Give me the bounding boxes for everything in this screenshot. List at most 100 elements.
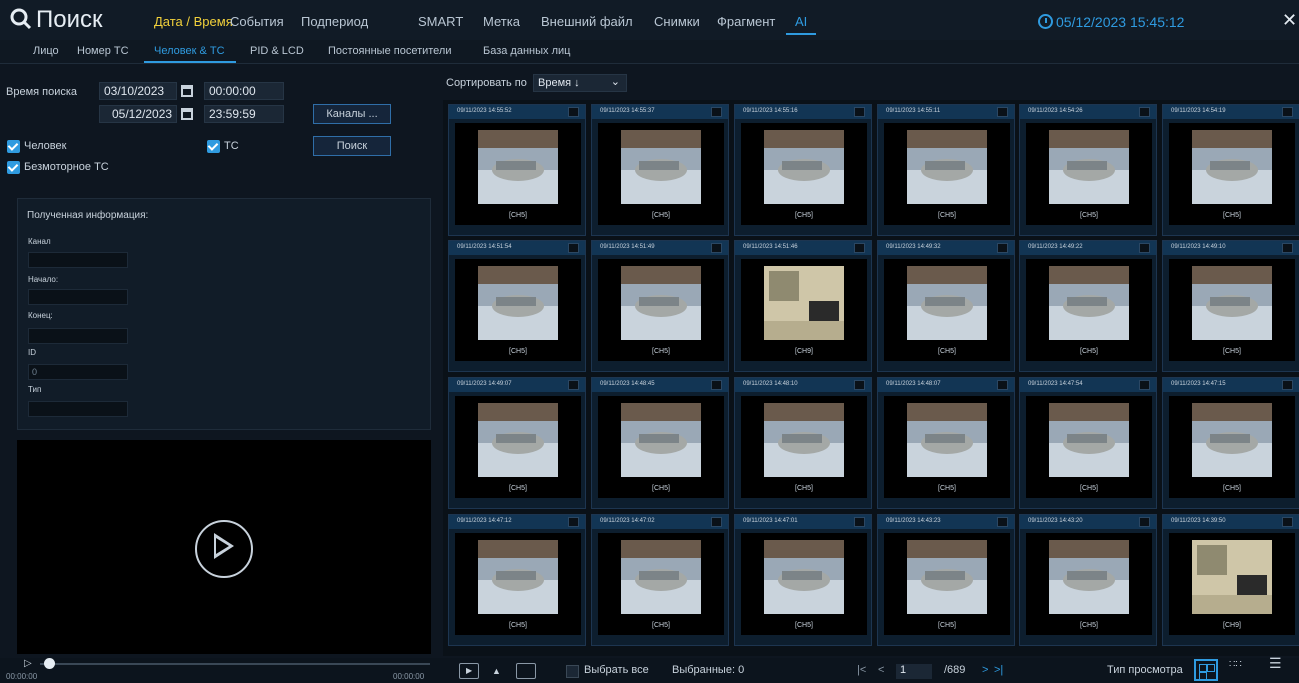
result-card[interactable]: 09/11/2023 14:55:16 [CH5] (734, 104, 872, 236)
card-checkbox[interactable] (1282, 107, 1293, 117)
result-card[interactable]: 09/11/2023 14:51:49 [CH5] (591, 240, 729, 372)
card-frame: [CH5] (741, 533, 867, 635)
save-icon[interactable] (516, 663, 536, 679)
card-channel: [CH5] (795, 622, 813, 629)
result-card[interactable]: 09/11/2023 14:47:12 [CH5] (448, 514, 586, 646)
card-checkbox[interactable] (1282, 517, 1293, 527)
result-card[interactable]: 09/11/2023 14:55:11 [CH5] (877, 104, 1015, 236)
tab-date-time[interactable]: Дата / Время (154, 14, 233, 29)
timeline-track[interactable] (40, 663, 430, 665)
next-page-icon[interactable]: > (982, 664, 988, 676)
tab-events[interactable]: События (230, 14, 284, 29)
result-card[interactable]: 09/11/2023 14:54:19 [CH5] (1162, 104, 1299, 236)
subtab-pid-lcd[interactable]: PID & LCD (250, 45, 304, 57)
card-timestamp: 09/11/2023 14:43:23 (886, 518, 941, 524)
card-checkbox[interactable] (711, 243, 722, 253)
tab-ai[interactable]: AI (795, 14, 807, 29)
first-page-icon[interactable]: |< (857, 664, 866, 676)
result-card[interactable]: 09/11/2023 14:47:54 [CH5] (1019, 377, 1157, 509)
result-card[interactable]: 09/11/2023 14:49:32 [CH5] (877, 240, 1015, 372)
snapshot-image (621, 266, 701, 340)
calendar-icon[interactable] (181, 85, 193, 97)
tab-tag[interactable]: Метка (483, 14, 520, 29)
card-frame: [CH5] (598, 123, 724, 225)
tab-smart[interactable]: SMART (418, 14, 463, 29)
subtab-regular-visitors[interactable]: Постоянные посетители (328, 45, 451, 57)
result-card[interactable]: 09/11/2023 14:48:45 [CH5] (591, 377, 729, 509)
card-channel: [CH5] (938, 212, 956, 219)
card-checkbox[interactable] (997, 380, 1008, 390)
person-checkbox[interactable] (7, 140, 20, 153)
subtab-plate[interactable]: Номер ТС (77, 45, 129, 57)
card-channel: [CH5] (509, 212, 527, 219)
card-checkbox[interactable] (1139, 517, 1150, 527)
prev-page-icon[interactable]: < (878, 664, 884, 676)
card-checkbox[interactable] (997, 107, 1008, 117)
card-checkbox[interactable] (568, 107, 579, 117)
nonmotor-checkbox[interactable] (7, 161, 20, 174)
card-checkbox[interactable] (997, 517, 1008, 527)
result-card[interactable]: 09/11/2023 14:55:37 [CH5] (591, 104, 729, 236)
card-checkbox[interactable] (854, 517, 865, 527)
result-card[interactable]: 09/11/2023 14:48:07 [CH5] (877, 377, 1015, 509)
subtab-face-database[interactable]: База данных лиц (483, 45, 570, 57)
card-frame: [CH5] (741, 123, 867, 225)
result-card[interactable]: 09/11/2023 14:51:46 [CH9] (734, 240, 872, 372)
result-card[interactable]: 09/11/2023 14:43:20 [CH5] (1019, 514, 1157, 646)
card-checkbox[interactable] (711, 107, 722, 117)
tab-external-file[interactable]: Внешний файл (541, 14, 633, 29)
end-date-field[interactable]: 05/12/2023 (99, 105, 177, 123)
tab-snapshots[interactable]: Снимки (654, 14, 700, 29)
card-checkbox[interactable] (568, 517, 579, 527)
result-card[interactable]: 09/11/2023 14:49:22 [CH5] (1019, 240, 1157, 372)
tab-fragment[interactable]: Фрагмент (717, 14, 775, 29)
card-checkbox[interactable] (1139, 243, 1150, 253)
last-page-icon[interactable]: >| (994, 664, 1003, 676)
start-time-field[interactable]: 00:00:00 (204, 82, 284, 100)
caret-up-icon[interactable]: ▲ (492, 666, 501, 676)
card-checkbox[interactable] (568, 380, 579, 390)
card-checkbox[interactable] (568, 243, 579, 253)
result-card[interactable]: 09/11/2023 14:49:07 [CH5] (448, 377, 586, 509)
subtab-face[interactable]: Лицо (33, 45, 59, 57)
list-view-icon[interactable]: ☰ (1269, 656, 1282, 670)
sort-select[interactable]: Время ↓ ⌄ (533, 74, 627, 92)
card-checkbox[interactable] (854, 107, 865, 117)
page-input[interactable]: 1 (896, 664, 932, 679)
vehicle-checkbox[interactable] (207, 140, 220, 153)
result-card[interactable]: 09/11/2023 14:48:10 [CH5] (734, 377, 872, 509)
select-all-checkbox[interactable] (566, 665, 579, 678)
timeline-handle[interactable] (44, 658, 55, 669)
card-checkbox[interactable] (711, 517, 722, 527)
card-checkbox[interactable] (1139, 107, 1150, 117)
result-card[interactable]: 09/11/2023 14:51:54 [CH5] (448, 240, 586, 372)
start-date-field[interactable]: 03/10/2023 (99, 82, 177, 100)
calendar-icon[interactable] (181, 108, 193, 120)
card-checkbox[interactable] (854, 243, 865, 253)
result-card[interactable]: 09/11/2023 14:47:15 [CH5] (1162, 377, 1299, 509)
tab-subperiod[interactable]: Подпериод (301, 14, 368, 29)
card-channel: [CH5] (938, 622, 956, 629)
result-card[interactable]: 09/11/2023 14:55:52 [CH5] (448, 104, 586, 236)
card-checkbox[interactable] (1282, 243, 1293, 253)
card-checkbox[interactable] (854, 380, 865, 390)
result-card[interactable]: 09/11/2023 14:47:02 [CH5] (591, 514, 729, 646)
result-card[interactable]: 09/11/2023 14:49:10 [CH5] (1162, 240, 1299, 372)
play-small-icon[interactable]: ▷ (24, 658, 32, 669)
result-card[interactable]: 09/11/2023 14:54:26 [CH5] (1019, 104, 1157, 236)
card-checkbox[interactable] (1282, 380, 1293, 390)
card-checkbox[interactable] (1139, 380, 1150, 390)
subtab-human-vehicle[interactable]: Человек & ТС (154, 45, 225, 57)
search-button[interactable]: Поиск (313, 136, 391, 156)
result-card[interactable]: 09/11/2023 14:39:50 [CH9] (1162, 514, 1299, 646)
close-icon[interactable]: ✕ (1282, 10, 1297, 31)
grid-view-icon[interactable] (1194, 659, 1218, 681)
result-card[interactable]: 09/11/2023 14:43:23 [CH5] (877, 514, 1015, 646)
card-checkbox[interactable] (997, 243, 1008, 253)
card-checkbox[interactable] (711, 380, 722, 390)
channels-button[interactable]: Каналы ... (313, 104, 391, 124)
playback-icon[interactable]: ▶ (459, 663, 479, 679)
large-grid-view-icon[interactable]: ∷∷ (1229, 660, 1242, 670)
end-time-field[interactable]: 23:59:59 (204, 105, 284, 123)
result-card[interactable]: 09/11/2023 14:47:01 [CH5] (734, 514, 872, 646)
